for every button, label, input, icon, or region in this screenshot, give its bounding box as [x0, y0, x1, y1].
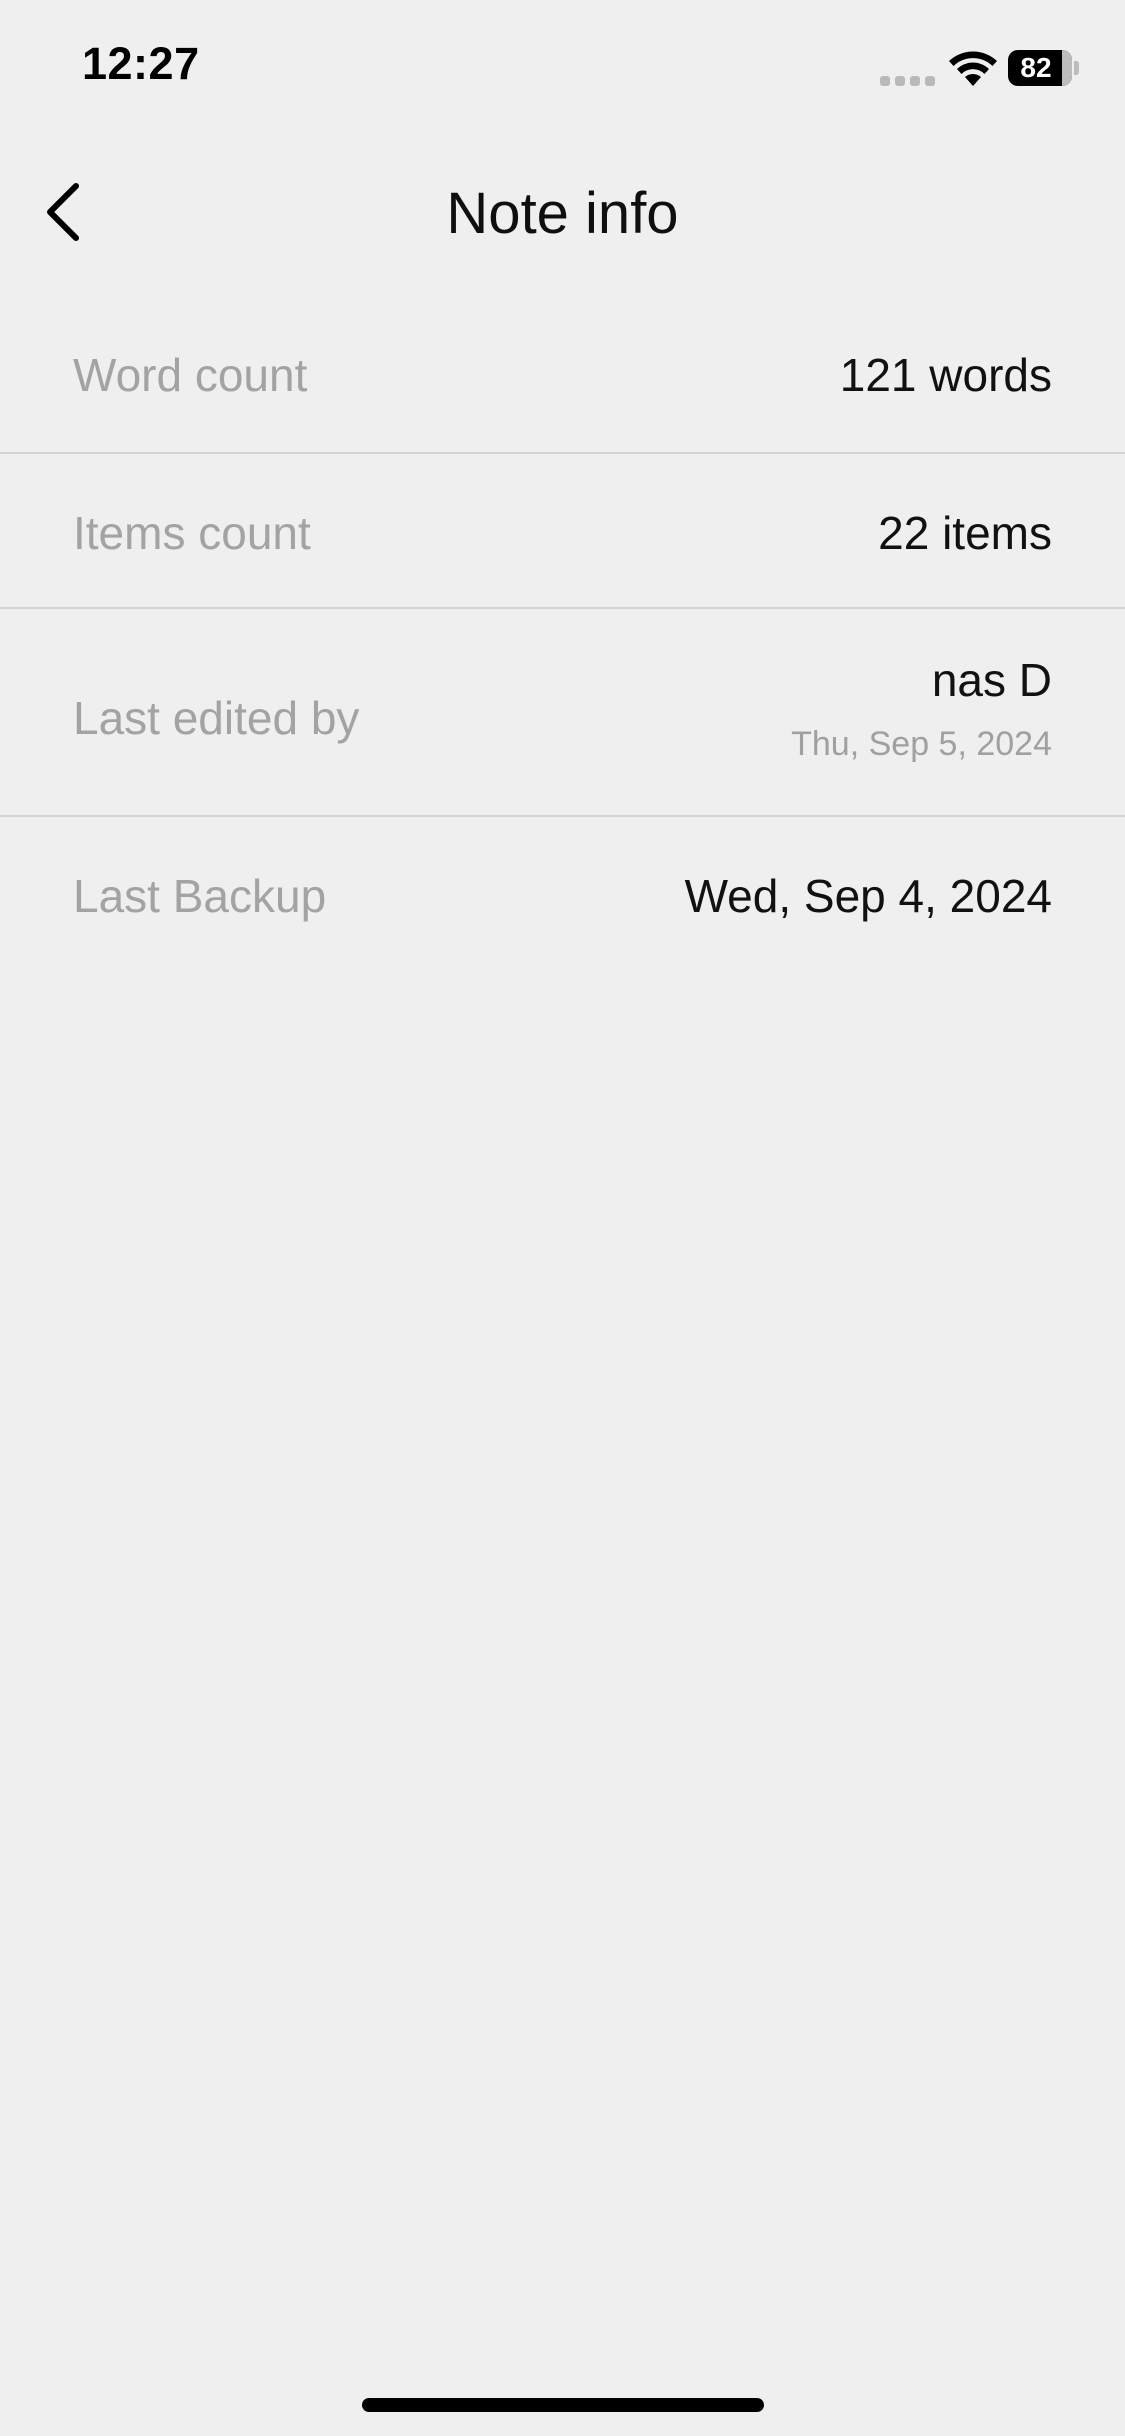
row-value: Wed, Sep 4, 2024	[684, 870, 1052, 922]
info-row-word-count: Word count 121 words	[0, 300, 1125, 454]
status-time: 12:27	[82, 38, 200, 89]
row-value: 22 items	[878, 507, 1052, 559]
note-info-screen: 12:27 82 Note info Word count 121 words …	[0, 0, 1125, 2436]
info-row-last-edited: Last edited by nas D Thu, Sep 5, 2024	[0, 609, 1125, 817]
status-bar: 12:27 82	[0, 0, 1125, 140]
row-label: Items count	[73, 507, 311, 559]
row-subvalue: Thu, Sep 5, 2024	[791, 725, 1052, 763]
info-list: Word count 121 words Items count 22 item…	[0, 300, 1125, 977]
battery-icon: 82	[1008, 50, 1079, 86]
row-label: Word count	[73, 349, 308, 401]
row-label: Last Backup	[73, 870, 327, 922]
wifi-icon	[949, 51, 997, 86]
row-label: Last edited by	[73, 692, 360, 744]
home-indicator[interactable]	[362, 2398, 764, 2412]
row-value: nas D	[931, 654, 1052, 706]
info-row-items-count: Items count 22 items	[0, 454, 1125, 609]
page-title: Note info	[446, 181, 679, 246]
battery-level: 82	[1020, 52, 1052, 83]
row-value: 121 words	[839, 349, 1052, 401]
nav-bar: Note info	[0, 140, 1125, 290]
signal-dots-icon	[880, 76, 936, 86]
info-row-last-backup: Last Backup Wed, Sep 4, 2024	[0, 817, 1125, 977]
